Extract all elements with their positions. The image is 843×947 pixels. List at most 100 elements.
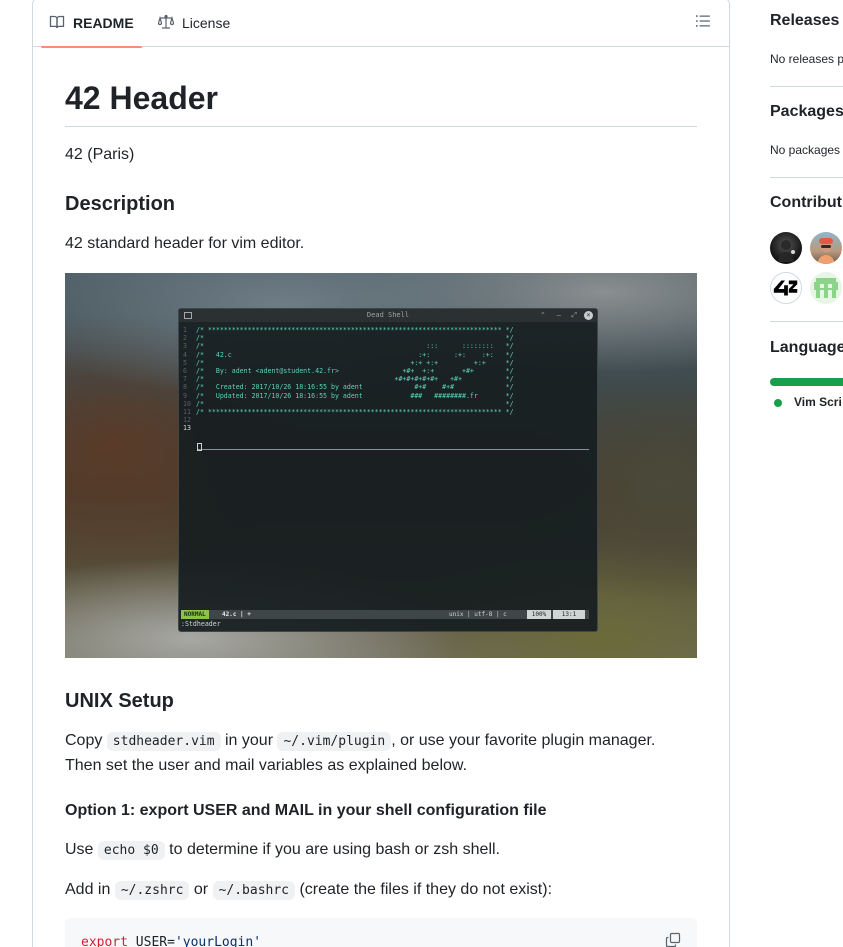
releases-text: No releases p [770, 52, 843, 66]
terminal-line: 12 [183, 416, 593, 424]
terminal-maximize-icon: ⤢ [571, 311, 577, 319]
line-number: 7 [183, 375, 187, 384]
code-line: export USER='yourLogin' [81, 934, 261, 947]
repo-sidebar: Releases No releases p Packages No packa… [770, 0, 843, 947]
line-number: 3 [183, 342, 187, 351]
text-span: (create the files if they do not exist): [295, 881, 553, 898]
tab-readme[interactable]: README [41, 0, 142, 48]
copy-button[interactable] [665, 932, 683, 947]
line-number: 5 [183, 358, 187, 367]
line-number: 6 [183, 366, 187, 375]
line-text: /* */ [196, 334, 514, 343]
terminal-line: 7 /* +#+#+#+#+#+ +#+ */ [183, 375, 593, 383]
text-span: Add in [65, 881, 115, 898]
line-text: /* +#+#+#+#+#+ +#+ */ [196, 375, 514, 384]
packages-heading[interactable]: Packages [770, 103, 843, 121]
vim-position: 13:1 [553, 610, 585, 619]
description-heading: Description [65, 193, 176, 215]
line-number: 13 [183, 424, 191, 433]
terminal-line: 4 /* 42.c :+: :+: :+: */ [183, 351, 593, 359]
line-text: /* 42.c :+: :+: :+: */ [196, 350, 514, 359]
code-keyword: export [81, 935, 128, 947]
languages-heading: Language [770, 339, 843, 356]
list-unordered-icon [695, 15, 711, 33]
description-text: 42 standard header for vim editor. [65, 235, 305, 252]
avatar[interactable] [810, 272, 842, 304]
use-paragraph: Use echo $0 to determine if you are usin… [65, 838, 697, 863]
terminal-line: 10 /* */ [183, 400, 593, 408]
terminal-line: 11 /* ***********************************… [183, 408, 593, 416]
terminal-line: 5 /* +:+ +:+ +:+ */ [183, 359, 593, 367]
copy-icon [665, 932, 681, 947]
law-icon [157, 14, 175, 33]
sidebar-divider [770, 86, 843, 87]
terminal-titlebar: Dead Shell ⌃ – ⤢ × [179, 309, 597, 322]
readme-title: 42 Header [65, 78, 697, 127]
releases-heading[interactable]: Releases [770, 12, 839, 30]
line-text: /* By: adent <adent@student.42.fr> +#+ +… [196, 366, 514, 375]
language-name[interactable]: Vim Scri [794, 395, 842, 409]
avatar[interactable] [810, 232, 842, 264]
option1-heading: Option 1: export USER and MAIL in your s… [65, 802, 547, 819]
line-text: /* Updated: 2017/10/26 18:16:55 by adent… [196, 391, 514, 400]
avatar[interactable] [770, 232, 802, 264]
code-block: export USER='yourLogin' [65, 918, 697, 947]
text-span: Then set the user and mail variables as … [65, 757, 468, 774]
unix-setup-heading: UNIX Setup [65, 690, 174, 712]
terminal-line: 6 /* By: adent <adent@student.42.fr> +#+ … [183, 367, 593, 375]
readme-box: README License 42 Header 42 (Paris) Desc… [32, 0, 730, 947]
code-string: 'yourLogin' [174, 935, 262, 947]
packages-text: No packages [770, 143, 841, 157]
tab-license-label: License [182, 15, 231, 31]
inline-code: stdheader.vim [106, 732, 221, 751]
line-number: 12 [183, 416, 191, 425]
line-text: /* ::: :::::::: */ [196, 342, 514, 351]
language-dot [774, 399, 782, 407]
readme-screenshot[interactable]: Dead Shell ⌃ – ⤢ × 1 /* *****************… [65, 273, 697, 658]
text-span: , or use your favorite plugin manager. [391, 732, 656, 749]
readme-tabbar: README License [33, 0, 729, 48]
inline-code: ~/.vim/plugin [277, 732, 392, 751]
inline-code: ~/.zshrc [114, 881, 190, 900]
line-number: 10 [183, 399, 191, 408]
line-text: /* +:+ +:+ +:+ */ [196, 358, 514, 367]
code-variable: USER= [127, 935, 175, 947]
text-span: in your [220, 732, 278, 749]
contributors-heading[interactable]: Contribut [770, 194, 842, 212]
tab-license[interactable]: License [150, 0, 238, 47]
avatar[interactable] [770, 272, 802, 304]
line-text: /* Created: 2017/10/26 18:16:55 by adent… [196, 383, 514, 392]
inline-code: ~/.bashrc [212, 881, 296, 900]
terminal-pin-icon: ⌃ [540, 311, 545, 319]
text-span: Copy [65, 732, 107, 749]
terminal-line: 3 /* ::: :::::::: */ [183, 342, 593, 350]
text-span: or [189, 881, 213, 898]
book-icon [49, 14, 65, 33]
outline-button[interactable] [695, 13, 713, 31]
add-paragraph: Add in ~/.zshrc or ~/.bashrc (create the… [65, 878, 697, 903]
line-text: /* *************************************… [196, 326, 514, 334]
line-number: 1 [183, 326, 187, 334]
line-number: 4 [183, 350, 187, 359]
terminal-buffer: 1 /* ************************************… [183, 326, 593, 432]
readme-subtitle: 42 (Paris) [65, 146, 135, 163]
line-number: 9 [183, 391, 187, 400]
inline-code: echo $0 [97, 841, 165, 860]
sidebar-divider [770, 321, 843, 322]
unix-setup-paragraph: Copy stdheader.vim in your ~/.vim/plugin… [65, 729, 697, 778]
terminal-window: Dead Shell ⌃ – ⤢ × 1 /* *****************… [178, 308, 598, 632]
terminal-cursor [197, 443, 202, 451]
text-span: to determine if you are using bash or zs… [164, 841, 500, 858]
vim-statusline: NORMAL 42.c | + unix | utf-8 | c 100% 13… [181, 610, 589, 619]
terminal-line: 1 /* ************************************… [183, 326, 593, 334]
vim-filename: 42.c | + [222, 611, 251, 618]
terminal-line: 2 /* */ [183, 334, 593, 342]
vim-encoding: unix | utf-8 | c [449, 611, 507, 618]
line-number: 8 [183, 383, 187, 392]
line-number: 11 [183, 407, 191, 416]
line-text: /* *************************************… [196, 407, 514, 416]
language-bar [770, 378, 843, 386]
cursorline [197, 449, 589, 450]
terminal-line: 9 /* Updated: 2017/10/26 18:16:55 by aden… [183, 392, 593, 400]
line-number: 2 [183, 334, 187, 343]
